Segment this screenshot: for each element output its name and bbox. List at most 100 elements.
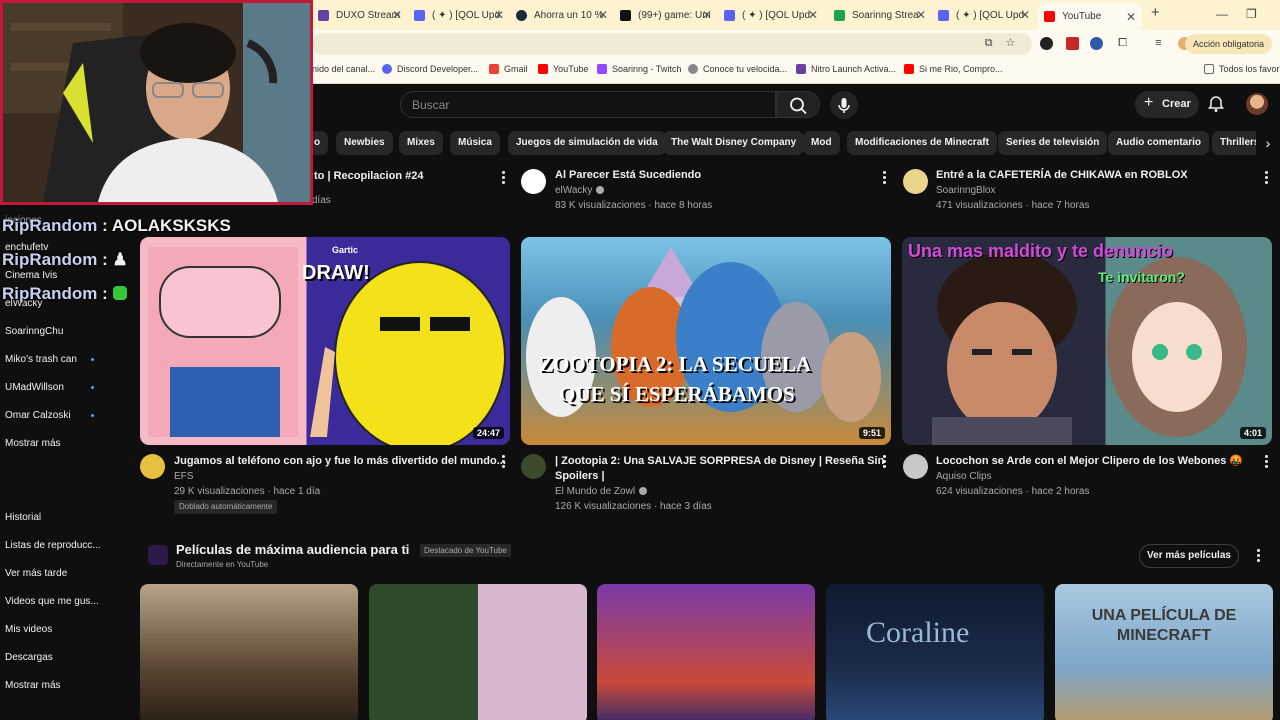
filter-chip[interactable]: The Walt Disney Company xyxy=(663,131,805,155)
close-tab-icon[interactable]: ✕ xyxy=(1126,10,1136,24)
video-card-meta[interactable]: Al Parecer Está Sucediendo elWacky 83 K … xyxy=(555,168,712,213)
filter-chip[interactable]: Newbies xyxy=(336,131,393,155)
channel-avatar[interactable] xyxy=(903,454,928,479)
bookmark-item[interactable]: Conoce tu velocida... xyxy=(688,64,787,74)
sidebar-item-history[interactable]: Historial xyxy=(5,512,41,523)
more-options-icon[interactable] xyxy=(882,455,888,469)
sidebar-subscription[interactable]: Miko's trash can xyxy=(5,354,77,365)
channel-name[interactable]: elWacky xyxy=(555,183,712,198)
close-tab-icon[interactable]: ✕ xyxy=(1020,8,1030,22)
channel-avatar[interactable] xyxy=(521,169,546,194)
extension-icon[interactable] xyxy=(1090,37,1103,50)
browser-tab[interactable]: Ahorra un 10 % ✕ xyxy=(510,3,614,27)
video-title-line-2[interactable]: Spoilers | xyxy=(555,469,884,484)
filter-chip[interactable]: Modificaciones de Minecraft xyxy=(847,131,997,155)
voice-search-button[interactable] xyxy=(830,91,858,119)
browser-tab[interactable]: ( ✦ ) [QOL Upd ✕ xyxy=(408,3,510,27)
video-thumbnail[interactable]: DRAW! Gartic 24:47 xyxy=(140,237,510,445)
more-options-icon[interactable] xyxy=(1256,549,1262,563)
close-tab-icon[interactable]: ✕ xyxy=(494,8,504,22)
channel-avatar[interactable] xyxy=(140,454,165,479)
create-button[interactable]: + Crear xyxy=(1135,91,1199,118)
filter-chip[interactable]: Música xyxy=(450,131,500,155)
action-required-button[interactable]: Acción obligatoria xyxy=(1184,34,1272,54)
browser-tab-active[interactable]: YouTube ✕ xyxy=(1038,3,1142,30)
sidebar-subscription[interactable]: UMadWillson xyxy=(5,382,64,393)
movie-poster[interactable] xyxy=(140,584,358,720)
more-options-icon[interactable] xyxy=(882,171,888,185)
filter-chip[interactable]: Juegos de simulación de vida xyxy=(508,131,666,155)
browser-tab[interactable]: DUXO Stream ✕ xyxy=(312,3,408,27)
sidebar-subscription[interactable]: SoarinngChu xyxy=(5,326,63,337)
video-title[interactable]: Locochon se Arde con el Mejor Clipero de… xyxy=(936,454,1243,469)
video-title[interactable]: Entré a la CAFETERÍA de CHIKAWA en ROBLO… xyxy=(936,168,1188,183)
sidebar-item-liked-videos[interactable]: Videos que me gus... xyxy=(5,596,99,607)
channel-name[interactable]: SoarinngBlox xyxy=(936,183,1188,198)
video-card-meta[interactable]: Entré a la CAFETERÍA de CHIKAWA en ROBLO… xyxy=(936,168,1188,213)
bookmark-item[interactable]: nido del canal... xyxy=(312,64,375,74)
close-tab-icon[interactable]: ✕ xyxy=(808,8,818,22)
sidebar-item-playlists[interactable]: Listas de reproducc... xyxy=(5,540,101,551)
bookmark-item[interactable]: Gmail xyxy=(489,64,528,74)
sidebar-item-watch-later[interactable]: Ver más tarde xyxy=(5,568,67,579)
new-tab-icon[interactable]: + xyxy=(1151,4,1160,21)
browser-tab[interactable]: ( ✦ ) [QOL Upd ✕ xyxy=(718,3,824,27)
browser-tab[interactable]: ( ✦ ) [QOL Upd ✕ xyxy=(932,3,1036,27)
close-tab-icon[interactable]: ✕ xyxy=(702,8,712,22)
more-options-icon[interactable] xyxy=(1264,171,1270,185)
video-title[interactable]: | Zootopia 2: Una SALVAJE SORPRESA de Di… xyxy=(555,454,884,469)
video-card-meta[interactable]: | Zootopia 2: Una SALVAJE SORPRESA de Di… xyxy=(555,454,884,514)
more-options-icon[interactable] xyxy=(501,455,507,469)
bookmark-item[interactable]: Nitro Launch Activa... xyxy=(796,64,896,74)
url-input[interactable] xyxy=(312,33,1032,55)
close-tab-icon[interactable]: ✕ xyxy=(392,8,402,22)
more-options-icon[interactable] xyxy=(501,171,507,185)
filter-chip[interactable]: Audio comentario xyxy=(1108,131,1210,155)
filter-chip[interactable]: Series de televisión xyxy=(998,131,1108,155)
maximize-icon[interactable]: ❐ xyxy=(1246,7,1257,21)
more-movies-button[interactable]: Ver más películas xyxy=(1139,544,1239,568)
movie-poster[interactable]: UNA PELÍCULA DE MINECRAFT xyxy=(1055,584,1273,720)
sidebar-item-my-videos[interactable]: Mis videos xyxy=(5,624,52,635)
extension-icon[interactable] xyxy=(1066,37,1079,50)
movie-poster[interactable] xyxy=(369,584,587,720)
video-card-meta[interactable]: to | Recopilacion #24 258 K visualizacio… xyxy=(174,169,423,208)
chevron-right-icon[interactable]: › xyxy=(1256,131,1280,155)
channel-avatar[interactable] xyxy=(521,454,546,479)
notifications-bell-icon[interactable] xyxy=(1207,95,1225,113)
sidebar-subscription[interactable]: Cinema Ivis xyxy=(5,270,57,281)
sidebar-item-downloads[interactable]: Descargas xyxy=(5,652,53,663)
movie-poster[interactable]: Coraline xyxy=(826,584,1044,720)
browser-tab[interactable]: (99+) game: Um ✕ xyxy=(614,3,718,27)
bookmark-item[interactable]: YouTube xyxy=(538,64,588,74)
video-title[interactable]: Al Parecer Está Sucediendo xyxy=(555,168,712,183)
media-controls-icon[interactable]: ≡ xyxy=(1152,37,1165,50)
extension-icon[interactable] xyxy=(1040,37,1053,50)
search-input[interactable]: Buscar xyxy=(400,91,776,118)
sidebar-show-more[interactable]: Mostrar más xyxy=(5,680,61,691)
close-tab-icon[interactable]: ✕ xyxy=(916,8,926,22)
sidebar-subscription[interactable]: Omar Calzoski xyxy=(5,410,71,421)
all-bookmarks[interactable]: Todos los favori xyxy=(1204,64,1280,74)
video-thumbnail[interactable]: Una mas maldito y te denuncio Te invitar… xyxy=(902,237,1272,445)
filter-chip[interactable]: Mixes xyxy=(399,131,443,155)
close-tab-icon[interactable]: ✕ xyxy=(598,8,608,22)
minimize-icon[interactable]: — xyxy=(1216,7,1228,21)
bookmark-item[interactable]: Discord Developer... xyxy=(382,64,478,74)
browser-tab[interactable]: Soarinng Strea ✕ xyxy=(828,3,932,27)
video-thumbnail[interactable]: ZOOTOPIA 2: LA SECUELA QUE SÍ ESPERÁBAMO… xyxy=(521,237,891,445)
channel-name[interactable]: El Mundo de Zowl xyxy=(555,484,884,499)
search-button[interactable] xyxy=(776,91,820,118)
bookmark-item[interactable]: Soarinng - Twitch xyxy=(597,64,681,74)
install-app-icon[interactable]: ⧉ xyxy=(982,37,995,50)
video-card-meta[interactable]: Locochon se Arde con el Mejor Clipero de… xyxy=(936,454,1243,499)
user-avatar[interactable] xyxy=(1246,93,1268,115)
video-title[interactable]: Jugamos al teléfono con ajo y fue lo más… xyxy=(174,454,506,469)
movie-poster[interactable] xyxy=(597,584,815,720)
bookmark-star-icon[interactable]: ☆ xyxy=(1004,37,1017,50)
channel-name[interactable]: EFS xyxy=(174,469,506,484)
sidebar-show-more[interactable]: Mostrar más xyxy=(5,438,61,449)
channel-name[interactable]: Aquiso Clips xyxy=(936,469,1243,484)
channel-avatar[interactable] xyxy=(903,169,928,194)
puzzle-extensions-icon[interactable]: ⧠ xyxy=(1116,37,1129,50)
